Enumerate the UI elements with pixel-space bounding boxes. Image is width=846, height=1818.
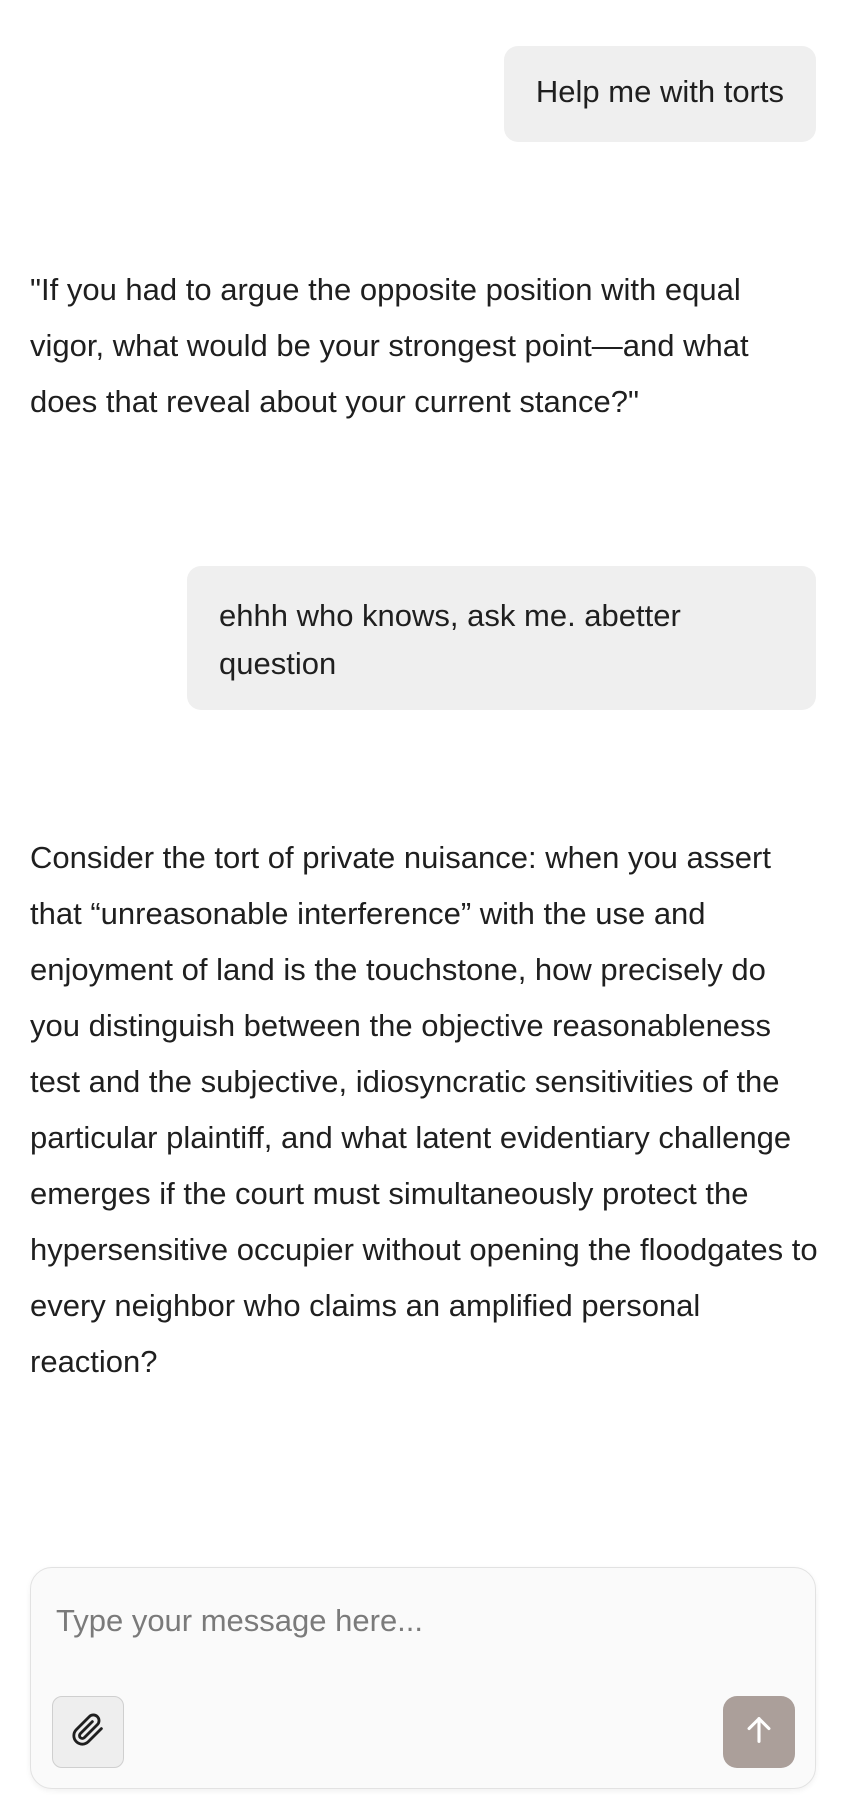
user-message: Help me with torts bbox=[503, 46, 816, 142]
paperclip-icon bbox=[71, 1713, 105, 1752]
send-button[interactable] bbox=[723, 1696, 795, 1768]
chat-transcript: Help me with torts "If you had to argue … bbox=[0, 0, 846, 1560]
arrow-up-icon bbox=[742, 1713, 776, 1752]
message-composer bbox=[30, 1567, 816, 1789]
assistant-message-text: Consider the tort of private nuisance: w… bbox=[30, 840, 818, 1379]
user-message-text: Help me with torts bbox=[535, 74, 784, 109]
assistant-message: Consider the tort of private nuisance: w… bbox=[30, 830, 820, 1390]
user-message: ehhh who knows, ask me. abetter question bbox=[187, 566, 816, 710]
assistant-message-text: "If you had to argue the opposite positi… bbox=[30, 272, 749, 419]
attach-button[interactable] bbox=[52, 1696, 124, 1768]
message-input[interactable] bbox=[56, 1596, 786, 1646]
user-message-text: ehhh who knows, ask me. abetter question bbox=[219, 598, 681, 681]
assistant-message: "If you had to argue the opposite positi… bbox=[30, 262, 820, 430]
